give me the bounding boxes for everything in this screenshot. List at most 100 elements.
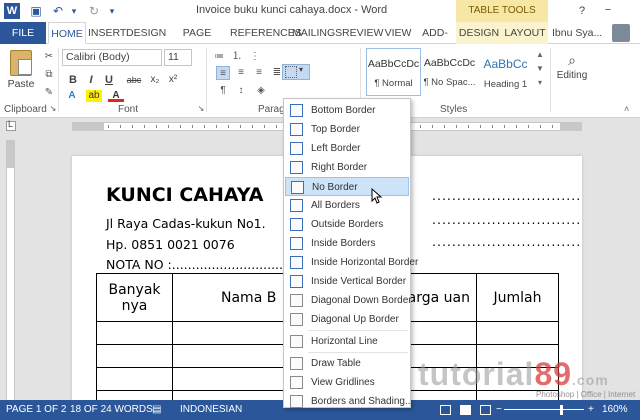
style-no-spacing[interactable]: AaBbCcDc ¶ No Spac... xyxy=(422,48,477,96)
tab-design[interactable]: DESIGN xyxy=(126,22,166,44)
document-address[interactable]: Jl Raya Cadas-kukun No1. xyxy=(106,216,266,231)
menu-item-draw-table[interactable]: Draw Table xyxy=(285,354,409,373)
page-count[interactable]: PAGE 1 OF 2 xyxy=(6,400,66,420)
redo-icon[interactable]: ↻ xyxy=(86,3,102,19)
zoom-in-icon[interactable]: + xyxy=(588,400,594,420)
menu-item-inside-horizontal-border[interactable]: Inside Horizontal Border xyxy=(285,253,418,272)
menu-item-inside-borders[interactable]: Inside Borders xyxy=(285,234,409,253)
style-heading-1[interactable]: AaBbCc Heading 1 xyxy=(478,48,533,96)
font-size-box[interactable]: 11 xyxy=(164,49,192,66)
bold-button[interactable]: B xyxy=(66,72,80,88)
tab-add-ins[interactable]: ADD-INS xyxy=(414,22,456,61)
menu-item-diagonal-down-border[interactable]: Diagonal Down Border xyxy=(285,291,412,310)
dotted-line[interactable]: .............................. xyxy=(432,234,581,249)
copy-icon[interactable]: ⧉ xyxy=(42,68,56,82)
customize-qat-icon[interactable]: ▾ xyxy=(104,3,120,19)
tab-selector[interactable]: L xyxy=(6,119,16,131)
show-formatting-icon[interactable]: ¶ xyxy=(216,84,230,98)
strikethrough-button[interactable]: abc xyxy=(124,72,144,88)
word-app-icon[interactable]: W xyxy=(4,3,20,19)
tab-view[interactable]: VIEW xyxy=(382,22,414,44)
proofing-icon[interactable]: ▤ xyxy=(152,400,161,420)
menu-item-diagonal-up-border[interactable]: Diagonal Up Border xyxy=(285,310,409,329)
zoom-out-icon[interactable]: − xyxy=(496,400,502,420)
zoom-slider[interactable] xyxy=(504,409,584,410)
menu-item-all-borders[interactable]: All Borders xyxy=(285,196,409,215)
document-phone[interactable]: Hp. 0851 0021 0076 xyxy=(106,237,235,252)
minimize-icon[interactable]: − xyxy=(600,3,616,19)
avatar[interactable] xyxy=(612,24,630,42)
language[interactable]: INDONESIAN xyxy=(180,400,242,420)
document-title[interactable]: KUNCI CAHAYA xyxy=(106,184,263,206)
cut-icon[interactable]: ✂ xyxy=(42,50,56,64)
user-name[interactable]: Ibnu Sya... xyxy=(552,22,602,44)
chevron-down-icon[interactable]: ▼ xyxy=(534,64,546,78)
font-color-button[interactable]: A xyxy=(108,90,124,102)
vertical-ruler[interactable] xyxy=(6,140,15,400)
table-cell[interactable] xyxy=(96,321,173,345)
tab-insert[interactable]: INSERT xyxy=(88,22,126,44)
shading-icon[interactable]: ◈ xyxy=(254,84,268,98)
tab-table-design[interactable]: DESIGN xyxy=(456,22,502,44)
menu-item-borders-and-shading[interactable]: Borders and Shading... xyxy=(285,392,413,411)
menu-item-left-border[interactable]: Left Border xyxy=(285,139,409,158)
align-center-icon[interactable]: ≡ xyxy=(234,66,248,80)
zoom-level[interactable]: 160% xyxy=(602,400,628,420)
undo-icon[interactable]: ↶ xyxy=(50,3,66,19)
font-name-box[interactable]: Calibri (Body) xyxy=(62,49,162,66)
collapse-ribbon-icon[interactable]: ˄ xyxy=(624,104,629,114)
dotted-line[interactable]: .............................. xyxy=(432,188,581,203)
format-painter-icon[interactable]: ✎ xyxy=(42,86,56,100)
menu-item-top-border[interactable]: Top Border xyxy=(285,120,409,139)
undo-dropdown-icon[interactable]: ▾ xyxy=(66,3,82,19)
save-icon[interactable]: ▣ xyxy=(28,3,44,19)
style-normal[interactable]: AaBbCcDc ¶ Normal xyxy=(366,48,421,96)
chevron-up-icon[interactable]: ▲ xyxy=(534,50,546,64)
multilevel-list-icon[interactable]: ⋮ xyxy=(248,50,262,64)
editing-button[interactable]: ⌕ Editing xyxy=(554,52,590,81)
menu-item-inside-vertical-border[interactable]: Inside Vertical Border xyxy=(285,272,409,291)
zoom-slider-thumb[interactable] xyxy=(560,405,563,415)
menu-item-view-gridlines[interactable]: View Gridlines xyxy=(285,373,409,392)
text-effects-button[interactable]: A xyxy=(64,90,80,102)
borders-button[interactable]: ▾ xyxy=(282,64,310,80)
tab-home[interactable]: HOME xyxy=(48,22,86,44)
dotted-line[interactable]: .............................. xyxy=(432,212,581,227)
tab-table-layout[interactable]: LAYOUT xyxy=(502,22,548,44)
tab-mailings[interactable]: MAILINGS xyxy=(292,22,342,44)
table-cell[interactable] xyxy=(96,367,173,391)
tab-review[interactable]: REVIEW xyxy=(342,22,383,44)
table-cell[interactable] xyxy=(476,367,559,391)
menu-item-no-border[interactable]: No Border xyxy=(285,177,409,196)
tab-file[interactable]: FILE xyxy=(0,22,46,44)
subscript-button[interactable]: x₂ xyxy=(148,72,162,88)
italic-button[interactable]: I xyxy=(84,72,98,88)
table-header-cell[interactable]: Banyak nya xyxy=(96,273,173,322)
table-cell[interactable] xyxy=(476,344,559,368)
bullets-icon[interactable]: ≔ xyxy=(212,50,226,64)
table-cell[interactable] xyxy=(96,344,173,368)
underline-button[interactable]: U xyxy=(102,72,116,88)
paste-button[interactable]: Paste xyxy=(4,46,38,96)
tab-references[interactable]: REFERENCES xyxy=(230,22,302,44)
tab-page-layout[interactable]: PAGE LAYOUT xyxy=(164,22,230,61)
word-count[interactable]: 18 OF 24 WORDS xyxy=(70,400,153,420)
web-layout-icon[interactable] xyxy=(480,405,491,415)
help-icon[interactable]: ? xyxy=(574,3,590,19)
table-cell[interactable] xyxy=(476,321,559,345)
line-spacing-icon[interactable]: ↕ xyxy=(234,84,248,98)
table-header-cell[interactable]: Jumlah xyxy=(476,273,559,322)
more-styles-icon[interactable]: ▾ xyxy=(534,78,546,92)
menu-item-bottom-border[interactable]: Bottom Border xyxy=(285,101,409,120)
superscript-button[interactable]: x² xyxy=(166,72,180,88)
read-mode-icon[interactable] xyxy=(440,405,451,415)
print-layout-icon[interactable] xyxy=(460,405,471,415)
menu-item-horizontal-line[interactable]: Horizontal Line xyxy=(285,332,409,351)
align-right-icon[interactable]: ≡ xyxy=(252,66,266,80)
align-left-icon[interactable]: ≡ xyxy=(216,66,230,80)
styles-scroll[interactable]: ▲ ▼ ▾ xyxy=(534,50,546,94)
numbering-icon[interactable]: ⒈ xyxy=(230,50,244,64)
highlight-button[interactable]: ab xyxy=(86,90,102,102)
menu-item-outside-borders[interactable]: Outside Borders xyxy=(285,215,409,234)
menu-item-right-border[interactable]: Right Border xyxy=(285,158,409,177)
